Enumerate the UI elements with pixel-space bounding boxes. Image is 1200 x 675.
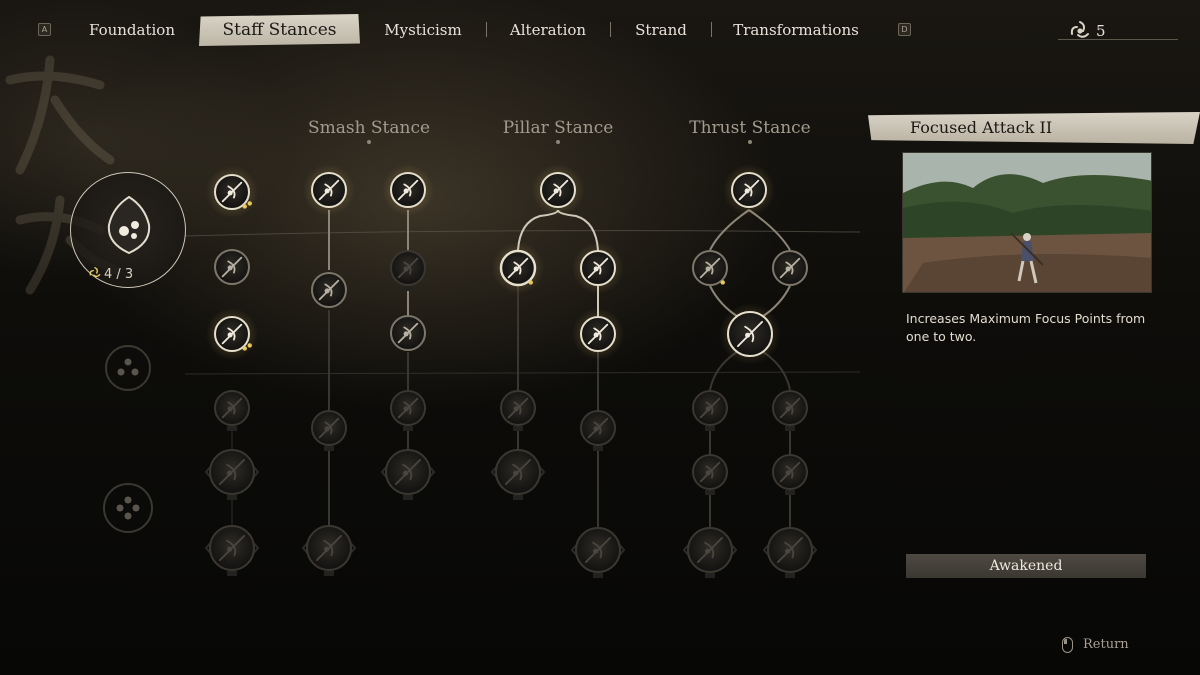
skill-node-smash-9[interactable]: [380, 449, 436, 500]
skill-node-smash-8[interactable]: [390, 390, 426, 431]
skill-node-thrust-6[interactable]: [772, 390, 808, 431]
skill-node-thrust-4[interactable]: [719, 303, 781, 365]
spark-points-value: 5: [1096, 22, 1106, 40]
spark-points-counter: 5: [1058, 18, 1178, 44]
skill-node-pillar-5[interactable]: [500, 390, 536, 431]
stance-slot-2[interactable]: [105, 345, 151, 391]
return-label: Return: [1083, 637, 1129, 652]
skill-node-smash-2[interactable]: [311, 272, 347, 308]
upgrade-pip: [247, 343, 252, 348]
return-button[interactable]: Return: [1062, 636, 1162, 656]
skill-title: Focused Attack II: [910, 118, 1053, 137]
skill-node-smash-5[interactable]: [382, 164, 434, 216]
next-tab-key-hint[interactable]: D: [898, 23, 911, 36]
stance-slot-3[interactable]: [103, 483, 153, 533]
skill-node-foundation-6[interactable]: [204, 525, 260, 576]
triple-orb-slot-icon: [117, 358, 139, 376]
skill-node-foundation-3[interactable]: [206, 308, 258, 360]
upgrade-pip: [528, 280, 533, 285]
skill-tree: [103, 164, 861, 578]
skill-node-thrust-9[interactable]: [682, 527, 738, 578]
skill-node-smash-3[interactable]: [311, 410, 347, 451]
stance-progress: 4 / 3: [104, 267, 134, 282]
skill-node-pillar-1[interactable]: [532, 164, 584, 216]
skill-node-foundation-2[interactable]: [214, 249, 250, 285]
skill-node-thrust-2[interactable]: [692, 250, 728, 286]
skill-description: Increases Maximum Focus Points from one …: [906, 311, 1146, 344]
skill-nodes: [204, 164, 818, 578]
spark-swirl-icon: [89, 267, 101, 278]
upgrade-pip: [242, 204, 247, 209]
skill-node-thrust-1[interactable]: [723, 164, 775, 216]
divider: [1058, 39, 1178, 40]
skill-detail-panel: Focused Attack II Increases Maximum Focu…: [868, 112, 1200, 592]
skill-node-thrust-5[interactable]: [692, 390, 728, 431]
upgrade-pip: [720, 280, 725, 285]
skill-node-thrust-3[interactable]: [772, 250, 808, 286]
skill-node-pillar-2[interactable]: [492, 242, 544, 294]
skill-node-smash-6[interactable]: [390, 250, 426, 291]
skill-node-pillar-3[interactable]: [572, 242, 624, 294]
skill-node-thrust-7[interactable]: [692, 454, 728, 495]
upgrade-pip: [247, 201, 252, 206]
skill-status-badge: Awakened: [906, 554, 1146, 578]
skill-node-smash-4[interactable]: [301, 525, 357, 576]
skill-node-pillar-7[interactable]: [580, 410, 616, 451]
skill-node-foundation-5[interactable]: [204, 449, 260, 500]
mouse-icon: [1062, 637, 1073, 653]
skill-node-smash-7[interactable]: [390, 315, 426, 351]
skill-node-thrust-10[interactable]: [762, 527, 818, 578]
skill-preview-image: [902, 152, 1152, 293]
skill-node-foundation-4[interactable]: [214, 390, 250, 431]
skill-node-pillar-8[interactable]: [570, 527, 626, 578]
skill-node-smash-1[interactable]: [303, 164, 355, 216]
quad-orb-slot-icon: [116, 496, 140, 520]
skill-node-pillar-6[interactable]: [490, 449, 546, 500]
upgrade-pip: [242, 346, 247, 351]
skill-node-pillar-4[interactable]: [572, 308, 624, 360]
skill-node-foundation-1[interactable]: [206, 166, 258, 218]
skill-node-thrust-8[interactable]: [772, 454, 808, 495]
